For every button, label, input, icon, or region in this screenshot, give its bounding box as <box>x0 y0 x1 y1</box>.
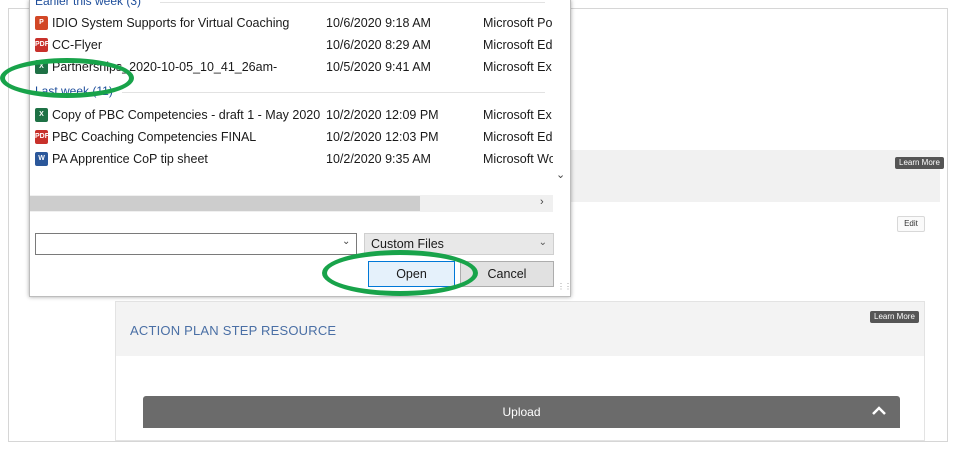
file-date: 10/6/2020 9:18 AM <box>326 16 431 30</box>
file-row[interactable]: P IDIO System Supports for Virtual Coach… <box>30 14 565 34</box>
file-date: 10/5/2020 9:41 AM <box>326 60 431 74</box>
file-row[interactable]: W PA Apprentice CoP tip sheet 10/2/2020 … <box>30 150 565 170</box>
file-date: 10/2/2020 12:09 PM <box>326 108 439 122</box>
horizontal-scrollbar[interactable]: › <box>30 195 553 212</box>
file-date: 10/2/2020 9:35 AM <box>326 152 431 166</box>
card-header: ACTION PLAN STEP RESOURCE <box>116 302 924 356</box>
group-divider <box>160 2 545 3</box>
scroll-right-icon[interactable]: › <box>540 196 544 208</box>
file-row[interactable]: PDF CC-Flyer 10/6/2020 8:29 AM Microsoft… <box>30 36 565 56</box>
horizontal-scrollbar-thumb[interactable] <box>30 196 420 211</box>
file-type: Microsoft Ex <box>483 108 552 122</box>
edit-button[interactable]: Edit <box>897 216 925 232</box>
file-name: IDIO System Supports for Virtual Coachin… <box>52 16 290 30</box>
file-type: Microsoft Ed <box>483 130 553 144</box>
upload-bar[interactable]: Upload <box>143 396 900 428</box>
chevron-up-icon[interactable] <box>870 402 888 420</box>
file-date: 10/6/2020 8:29 AM <box>326 38 431 52</box>
pdf-file-icon: PDF <box>35 38 49 52</box>
file-name: PA Apprentice CoP tip sheet <box>52 152 208 166</box>
section-header-band <box>570 150 940 202</box>
file-date: 10/2/2020 12:03 PM <box>326 130 439 144</box>
file-type: Microsoft Po <box>483 16 553 30</box>
file-row[interactable]: PDF PBC Coaching Competencies FINAL 10/2… <box>30 128 565 148</box>
group-header-earlier-this-week[interactable]: Earlier this week (3) <box>35 0 141 8</box>
excel-file-icon: X <box>35 108 48 122</box>
learn-more-button[interactable]: Learn More <box>870 311 919 323</box>
pdf-file-icon: PDF <box>35 130 49 144</box>
vertical-scrollbar[interactable]: ⌄ <box>553 0 570 212</box>
file-type: Microsoft Ex <box>483 60 552 74</box>
file-type-filter-value: Custom Files <box>371 237 444 251</box>
file-name: Copy of PBC Competencies - draft 1 - May… <box>52 108 321 122</box>
highlight-circle-open-button <box>322 250 478 296</box>
file-name: CC-Flyer <box>52 38 102 52</box>
file-type: Microsoft Wo <box>483 152 556 166</box>
upload-label: Upload <box>502 405 541 419</box>
file-open-dialog: Earlier this week (3) P IDIO System Supp… <box>29 0 571 297</box>
highlight-circle-cc-flyer <box>0 58 134 98</box>
section-title: ACTION PLAN STEP RESOURCE <box>130 323 337 338</box>
file-row[interactable]: X Copy of PBC Competencies - draft 1 - M… <box>30 106 565 126</box>
powerpoint-file-icon: P <box>35 16 48 30</box>
scroll-down-icon[interactable]: ⌄ <box>556 168 565 181</box>
file-name: PBC Coaching Competencies FINAL <box>52 130 257 144</box>
file-name-input[interactable] <box>35 233 357 255</box>
group-divider <box>122 92 545 93</box>
learn-more-button-top[interactable]: Learn More <box>895 157 944 169</box>
file-type: Microsoft Ed <box>483 38 553 52</box>
action-plan-step-resource-card: ACTION PLAN STEP RESOURCE Learn More Upl… <box>115 301 925 441</box>
chevron-down-icon: ⌄ <box>538 237 547 248</box>
word-file-icon: W <box>35 152 48 166</box>
chevron-down-icon[interactable]: ⌄ <box>342 236 350 247</box>
resize-grip-icon[interactable]: ⋮⋮ <box>557 282 570 291</box>
